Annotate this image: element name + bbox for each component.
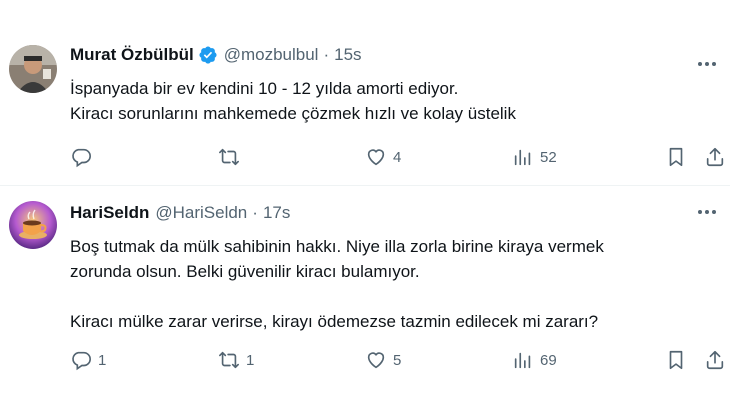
tweet-line: Boş tutmak da mülk sahibinin hakkı. Niye… xyxy=(70,237,604,256)
share-icon xyxy=(706,147,724,167)
tweet-line: Kiracı sorunlarını mahkemede çözmek hızl… xyxy=(70,104,516,123)
timestamp[interactable]: 15s xyxy=(334,45,361,65)
reply-button[interactable] xyxy=(70,146,98,168)
retweet-icon xyxy=(219,351,239,369)
like-button[interactable]: 4 xyxy=(365,146,401,168)
share-button[interactable] xyxy=(704,349,726,371)
like-button[interactable]: 5 xyxy=(365,349,401,371)
like-count: 4 xyxy=(393,148,402,166)
reply-button[interactable]: 1 xyxy=(70,349,106,371)
bookmark-icon xyxy=(669,147,683,167)
views-chart-icon xyxy=(514,149,531,166)
tweet-actions: 1 1 5 69 xyxy=(70,348,724,372)
tweet-text: İspanyada bir ev kendini 10 - 12 yılda a… xyxy=(70,76,710,126)
tweet-line: İspanyada bir ev kendini 10 - 12 yılda a… xyxy=(70,79,459,98)
tweet[interactable]: HariSeldn @HariSeldn · 17s Boş tutmak da… xyxy=(0,186,730,420)
like-count: 5 xyxy=(393,351,402,369)
separator-dot: · xyxy=(252,203,258,222)
retweet-button[interactable] xyxy=(218,146,246,168)
reply-icon xyxy=(72,351,91,371)
bookmark-button[interactable] xyxy=(665,349,687,371)
tweet-text: Boş tutmak da mülk sahibinin hakkı. Niye… xyxy=(70,234,710,334)
heart-icon xyxy=(367,352,385,369)
author-handle[interactable]: @mozbulbul xyxy=(224,45,319,65)
retweet-button[interactable]: 1 xyxy=(218,349,254,371)
more-options-icon[interactable] xyxy=(698,62,716,66)
tweet-line: zorunda olsun. Belki güvenilir kiracı bu… xyxy=(70,262,420,281)
reply-count: 1 xyxy=(98,351,107,369)
tweet-line: Kiracı mülke zarar verirse, kirayı ödeme… xyxy=(70,312,599,331)
views-count: 52 xyxy=(540,148,557,166)
views-chart-icon xyxy=(514,352,531,369)
retweet-icon xyxy=(219,148,239,166)
author-handle[interactable]: @HariSeldn xyxy=(155,203,247,223)
timestamp[interactable]: 17s xyxy=(263,203,290,223)
avatar[interactable] xyxy=(9,201,57,249)
views-button[interactable]: 69 xyxy=(512,349,557,371)
author-name[interactable]: HariSeldn xyxy=(70,203,149,223)
verified-badge-icon xyxy=(198,45,218,65)
tweet[interactable]: Murat Özbülbül @mozbulbul · 15s İspanyad… xyxy=(0,0,730,186)
author-name[interactable]: Murat Özbülbül xyxy=(70,45,194,65)
reply-icon xyxy=(72,148,91,168)
views-button[interactable]: 52 xyxy=(512,146,557,168)
separator-dot: · xyxy=(323,45,330,64)
retweet-count: 1 xyxy=(246,351,255,369)
more-options-icon[interactable] xyxy=(698,210,716,214)
share-button[interactable] xyxy=(704,146,726,168)
tweet-actions: 4 52 xyxy=(70,145,724,169)
heart-icon xyxy=(367,149,385,166)
avatar[interactable] xyxy=(9,45,57,93)
bookmark-button[interactable] xyxy=(665,146,687,168)
share-icon xyxy=(706,350,724,370)
bookmark-icon xyxy=(669,350,683,370)
views-count: 69 xyxy=(540,351,557,369)
